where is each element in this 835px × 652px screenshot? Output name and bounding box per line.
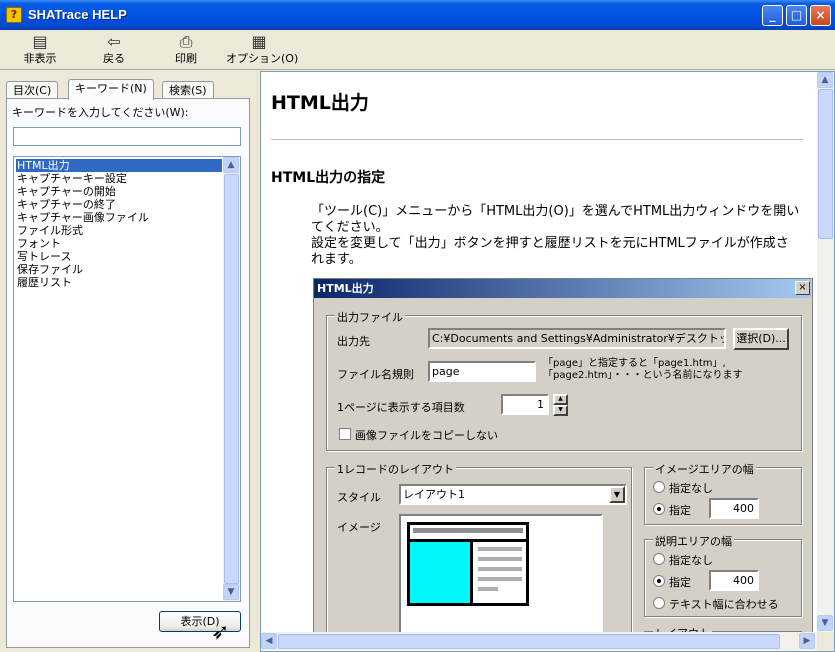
print-button[interactable]: ⎙ 印刷: [164, 32, 208, 68]
keyword-prompt: キーワードを入力してください(W):: [12, 106, 189, 119]
radio-specified: [653, 503, 665, 515]
radio-label: テキスト幅に合わせる: [669, 598, 779, 611]
list-item[interactable]: 履歴リスト: [16, 276, 222, 289]
list-item[interactable]: ファイル形式: [16, 224, 222, 237]
hide-button[interactable]: ▤ 非表示: [18, 32, 62, 68]
no-copy-label: 画像ファイルをコピーしない: [355, 429, 498, 442]
minimize-button[interactable]: _: [762, 5, 783, 26]
radio-label: 指定なし: [669, 482, 713, 495]
filename-hint: 「page」と指定すると「page1.htm」,「page2.htm」・・・とい…: [543, 358, 743, 381]
image-width-field: 400: [709, 498, 759, 519]
layout-diagram: [407, 522, 529, 606]
list-item[interactable]: HTML出力: [16, 159, 222, 172]
content-vscrollbar[interactable]: ▲ ▼: [817, 72, 834, 632]
scroll-up-icon[interactable]: ▲: [817, 72, 833, 88]
html-output-dialog-screenshot: HTML出力 × 出力ファイル 出力先 C:¥Documents and Set…: [313, 278, 813, 651]
options-button[interactable]: ▦ オプション(O): [226, 32, 298, 68]
printer-icon: ⎙: [179, 32, 193, 51]
style-value: レイアウト1: [403, 488, 465, 501]
no-copy-checkbox: [339, 428, 351, 440]
mouse-pointer-icon: ➶: [211, 620, 230, 645]
desc-width-field: 400: [709, 570, 759, 591]
dest-field: C:¥Documents and Settings¥Administrator¥…: [428, 328, 726, 349]
help-icon[interactable]: ?: [6, 7, 22, 23]
options-icon: ▦: [251, 32, 267, 51]
help-content: HTML出力 HTML出力の指定 「ツール(C)」メニューから「HTML出力(O…: [260, 71, 835, 652]
items-per-page-label: 1ページに表示する項目数: [337, 401, 465, 414]
chevron-down-icon: ▼: [609, 486, 625, 503]
group-label: 説明エリアの幅: [653, 533, 734, 549]
list-item[interactable]: キャプチャーの開始: [16, 185, 222, 198]
title-bar: ? SHATrace HELP _ □ ×: [0, 0, 835, 30]
scroll-up-icon[interactable]: ▲: [223, 157, 239, 173]
scroll-thumb[interactable]: [278, 634, 780, 649]
image-area-width-group: イメージエリアの幅 指定なし 指定 400: [644, 461, 802, 525]
group-label: 1レコードのレイアウト: [335, 461, 456, 477]
radio-fit-text: [653, 597, 665, 609]
list-item[interactable]: 保存ファイル: [16, 263, 222, 276]
keyword-input[interactable]: [13, 127, 241, 146]
tab-search[interactable]: 検索(S): [162, 81, 214, 99]
radio-specified: [653, 575, 665, 587]
tab-keyword[interactable]: キーワード(N): [68, 79, 154, 100]
filename-field: page: [428, 361, 536, 382]
output-file-group: 出力ファイル 出力先 C:¥Documents and Settings¥Adm…: [326, 309, 802, 451]
list-item[interactable]: フォント: [16, 237, 222, 250]
list-item[interactable]: キャプチャーの終了: [16, 198, 222, 211]
radio-label: 指定なし: [669, 554, 713, 567]
scroll-thumb[interactable]: [818, 89, 833, 239]
divider: [271, 139, 803, 140]
list-item[interactable]: キャプチャー画像ファイル: [16, 211, 222, 224]
radio-label: 指定: [669, 504, 691, 517]
dialog-title: HTML出力: [314, 279, 812, 298]
back-button[interactable]: ⇦ 戻る: [92, 32, 136, 68]
spin-down-icon: ▼: [553, 405, 568, 416]
group-label: イメージエリアの幅: [653, 461, 756, 477]
page-title: HTML出力: [271, 92, 369, 114]
hide-icon: ▤: [32, 32, 48, 51]
dialog-close-icon: ×: [795, 281, 810, 295]
scroll-right-icon[interactable]: ▶: [799, 633, 815, 649]
keyword-panel: キーワードを入力してください(W): HTML出力 キャプチャーキー設定 キャプ…: [6, 98, 250, 648]
filename-label: ファイル名規則: [337, 368, 414, 381]
scroll-corner: [817, 632, 834, 651]
scroll-down-icon[interactable]: ▼: [223, 584, 239, 600]
layout-group: 1レコードのレイアウト スタイル レイアウト1 ▼ イメージ: [326, 461, 632, 651]
body-text: 「ツール(C)」メニューから「HTML出力(O)」を選んでHTML出力ウィンドウ…: [311, 204, 801, 268]
style-select: レイアウト1 ▼: [399, 484, 627, 505]
keyword-list-scrollbar[interactable]: ▲ ▼: [223, 157, 240, 601]
maximize-button[interactable]: □: [786, 5, 807, 26]
radio-none: [653, 481, 665, 493]
scroll-left-icon[interactable]: ◀: [261, 633, 277, 649]
keyword-list[interactable]: HTML出力 キャプチャーキー設定 キャプチャーの開始 キャプチャーの終了 キャ…: [13, 156, 241, 602]
scroll-thumb[interactable]: [224, 174, 239, 584]
list-item[interactable]: キャプチャーキー設定: [16, 172, 222, 185]
image-label: イメージ: [337, 521, 381, 534]
spin-up-icon: ▲: [553, 394, 568, 405]
scroll-down-icon[interactable]: ▼: [817, 615, 833, 631]
close-button[interactable]: ×: [810, 5, 831, 26]
list-item[interactable]: 写トレース: [16, 250, 222, 263]
content-hscrollbar[interactable]: ◀ ▶: [261, 632, 817, 651]
radio-none: [653, 553, 665, 565]
navigation-pane: 目次(C) キーワード(N) 検索(S) キーワードを入力してください(W): …: [0, 71, 255, 652]
select-folder-button: 選択(D)...: [733, 328, 789, 350]
back-arrow-icon: ⇦: [107, 32, 121, 51]
window-title: SHATrace HELP: [28, 7, 127, 22]
paragraph: 「ツール(C)」メニューから「HTML出力(O)」を選んでHTML出力ウィンドウ…: [311, 204, 800, 235]
style-label: スタイル: [337, 491, 381, 504]
radio-label: 指定: [669, 576, 691, 589]
desc-area-width-group: 説明エリアの幅 指定なし 指定 400 テキスト幅に合わせる: [644, 533, 802, 617]
group-label: 出力ファイル: [335, 309, 405, 325]
paragraph: 設定を変更して「出力」ボタンを押すと履歴リストを元にHTMLファイルが作成されま…: [311, 236, 789, 267]
toolbar: ▤ 非表示 ⇦ 戻る ⎙ 印刷 ▦ オプション(O): [0, 30, 835, 70]
section-heading: HTML出力の指定: [271, 170, 386, 186]
items-per-page-field: 1: [501, 394, 549, 415]
dest-label: 出力先: [337, 335, 370, 348]
tab-contents[interactable]: 目次(C): [6, 81, 59, 99]
